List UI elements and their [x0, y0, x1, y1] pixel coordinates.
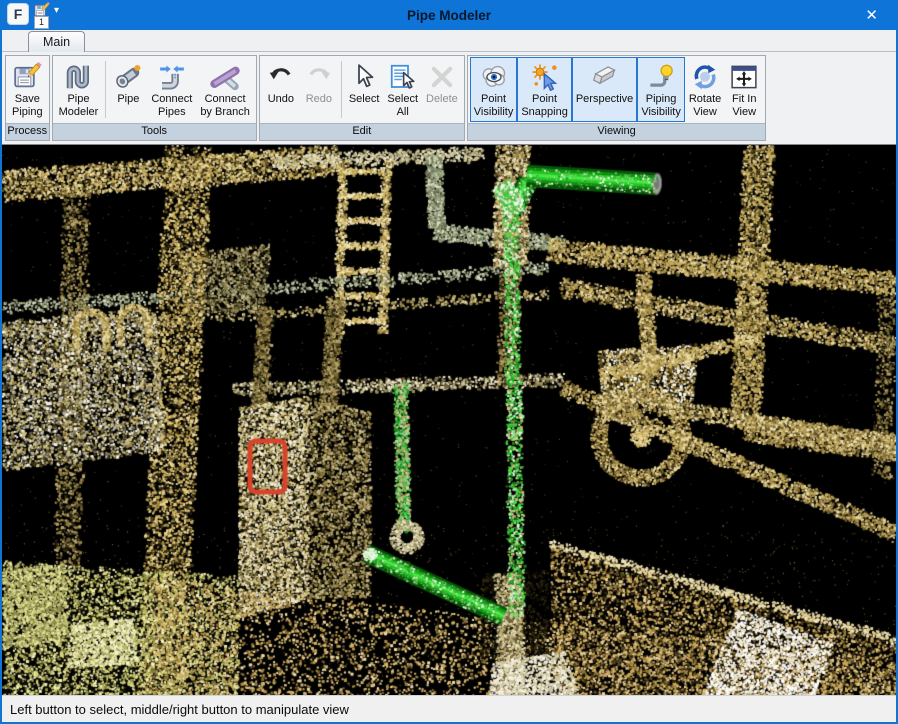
ribbon-group-viewing: PointVisibility PointSnapping Perspective P… [467, 55, 766, 141]
ribbon-group-edit: Undo Redo Select SelectAll Delete Edit [259, 55, 465, 141]
tab-strip: Main [2, 30, 896, 52]
perspective-button[interactable]: Perspective [572, 57, 637, 122]
redo-icon [304, 60, 334, 93]
fit-in-view-button[interactable]: Fit InView [725, 57, 763, 122]
file-menu-button[interactable]: F [7, 3, 29, 25]
ribbon-group-buttons: PointVisibility PointSnapping Perspective P… [468, 56, 765, 123]
button-label: Delete [426, 93, 458, 106]
quick-access-dropdown-icon[interactable]: ▾ [54, 5, 59, 16]
titlebar: F 1 ▾ Pipe Modeler ✕ [2, 0, 896, 30]
point-snapping-button[interactable]: PointSnapping [517, 57, 572, 122]
status-bar: Left button to select, middle/right butt… [2, 695, 896, 722]
undo-icon [266, 60, 296, 93]
pipe-icon [113, 60, 143, 93]
perspective-icon [590, 60, 620, 93]
rotate-view-icon [690, 60, 720, 93]
tab-main[interactable]: Main [28, 31, 85, 52]
button-label: Undo [268, 93, 294, 106]
point-visibility-button[interactable]: PointVisibility [470, 57, 518, 122]
piping-visibility-icon [646, 60, 676, 93]
pipe-button[interactable]: Pipe [109, 57, 147, 122]
connect-branch-icon [210, 60, 240, 93]
select-button[interactable]: Select [345, 57, 384, 122]
separator [105, 61, 106, 118]
pipe-modeler-icon [63, 60, 93, 93]
group-label: Process [6, 123, 49, 140]
point-snapping-icon [530, 60, 560, 93]
fit-in-view-icon [729, 60, 759, 93]
connect-pipes-icon [157, 60, 187, 93]
save-piping-icon [12, 60, 42, 93]
ribbon: SavePiping Process PipeModeler Pipe ConnectP… [2, 52, 896, 145]
button-label: Perspective [576, 93, 633, 106]
connect-by-branch-button[interactable]: Connectby Branch [196, 57, 254, 122]
pipe-modeler-button[interactable]: PipeModeler [55, 57, 103, 122]
pipe-modeler-window: F 1 ▾ Pipe Modeler ✕ Main SavePiping Proc… [0, 0, 898, 724]
titlebar-left: F 1 ▾ [7, 1, 59, 29]
select-icon [349, 60, 379, 93]
button-label: PointVisibility [474, 93, 514, 118]
quick-access-badge: 1 [34, 16, 49, 29]
group-label: Tools [53, 123, 256, 140]
viewport-3d-point-cloud[interactable] [2, 145, 896, 695]
button-label: ConnectPipes [151, 93, 192, 118]
select-all-icon [388, 60, 418, 93]
button-label: Select [349, 93, 380, 106]
button-label: Redo [306, 93, 332, 106]
delete-button[interactable]: Delete [422, 57, 462, 122]
undo-button[interactable]: Undo [262, 57, 300, 122]
point-visibility-icon [479, 60, 509, 93]
save-piping-button[interactable]: SavePiping [8, 57, 47, 122]
redo-button[interactable]: Redo [300, 57, 338, 122]
button-label: RotateView [689, 93, 721, 118]
ribbon-group-process: SavePiping Process [5, 55, 50, 141]
button-label: PointSnapping [521, 93, 568, 118]
button-label: Connectby Branch [200, 93, 250, 118]
ribbon-group-buttons: PipeModeler Pipe ConnectPipes Connectby Bra… [53, 56, 256, 123]
close-icon[interactable]: ✕ [859, 0, 884, 30]
status-text: Left button to select, middle/right butt… [10, 702, 349, 717]
ribbon-group-buttons: Undo Redo Select SelectAll Delete [260, 56, 464, 123]
button-label: PipeModeler [59, 93, 99, 118]
rotate-view-button[interactable]: RotateView [685, 57, 725, 122]
group-label: Viewing [468, 123, 765, 140]
connect-pipes-button[interactable]: ConnectPipes [147, 57, 196, 122]
separator [341, 61, 342, 118]
group-label: Edit [260, 123, 464, 140]
ribbon-group-tools: PipeModeler Pipe ConnectPipes Connectby Bra… [52, 55, 257, 141]
button-label: SavePiping [12, 93, 43, 118]
button-label: Pipe [117, 93, 139, 106]
piping-visibility-button[interactable]: PipingVisibility [637, 57, 685, 122]
window-title: Pipe Modeler [2, 8, 896, 23]
select-all-button[interactable]: SelectAll [383, 57, 422, 122]
button-label: Fit InView [732, 93, 756, 118]
quick-access-toolbar: 1 [33, 2, 50, 29]
delete-icon [427, 60, 457, 93]
button-label: PipingVisibility [641, 93, 681, 118]
ribbon-group-buttons: SavePiping [6, 56, 49, 123]
button-label: SelectAll [387, 93, 418, 118]
